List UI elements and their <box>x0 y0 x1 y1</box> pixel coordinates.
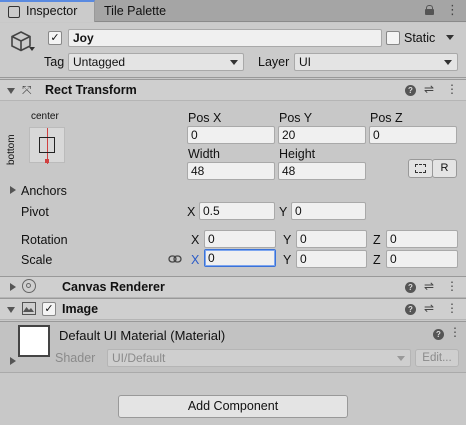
pivot-y-input[interactable]: 0 <box>291 202 366 220</box>
preset-icon[interactable]: ⇌ <box>424 279 434 293</box>
canvas-renderer-title: Canvas Renderer <box>62 280 165 294</box>
static-label: Static <box>404 31 436 45</box>
shader-value: UI/Default <box>112 351 166 365</box>
rotation-x-input[interactable]: 0 <box>204 230 276 248</box>
anchor-presets-button[interactable] <box>29 127 65 164</box>
rotation-z-input[interactable]: 0 <box>386 230 458 248</box>
scale-x-axis-label: X <box>191 253 200 267</box>
shader-dropdown[interactable]: UI/Default <box>107 349 411 367</box>
foldout-collapsed-icon[interactable] <box>10 283 16 291</box>
layer-dropdown[interactable]: UI <box>294 53 458 71</box>
material-preview[interactable] <box>18 325 50 357</box>
foldout-expanded-icon[interactable] <box>7 307 15 313</box>
scale-z-axis-label: Z <box>373 253 381 267</box>
material-menu-icon[interactable]: ⋮ <box>449 325 461 339</box>
width-input[interactable]: 48 <box>187 162 275 180</box>
pos-z-input[interactable]: 0 <box>369 126 457 144</box>
anchors-foldout-icon[interactable] <box>10 186 16 194</box>
lock-icon[interactable] <box>425 5 434 15</box>
chevron-down-icon <box>444 60 452 65</box>
chevron-down-icon <box>230 60 238 65</box>
static-dropdown-arrow[interactable] <box>446 35 454 40</box>
gameobject-name-input[interactable]: Joy <box>68 29 382 47</box>
rotation-label: Rotation <box>21 233 68 247</box>
pos-x-input[interactable]: 0 <box>187 126 275 144</box>
help-icon[interactable]: ? <box>433 329 444 340</box>
tab-inspector-label: Inspector <box>26 4 78 18</box>
tag-label: Tag <box>44 55 65 69</box>
layer-value: UI <box>299 55 311 69</box>
help-icon[interactable]: ? <box>405 282 416 293</box>
rotation-z-axis-label: Z <box>373 233 381 247</box>
anchor-preset-v-label: bottom <box>6 134 17 165</box>
blueprint-mode-button[interactable] <box>408 159 433 178</box>
height-label: Height <box>279 147 316 161</box>
component-menu-icon[interactable]: ⋮ <box>446 82 458 96</box>
foldout-expanded-icon[interactable] <box>7 88 15 94</box>
rect-transform-title: Rect Transform <box>45 83 137 97</box>
tag-value: Untagged <box>73 55 126 69</box>
material-name: Default UI Material (Material) <box>59 328 226 343</box>
pos-y-input[interactable]: 20 <box>278 126 366 144</box>
anchor-preset-h-label: center <box>31 111 59 122</box>
link-icon[interactable] <box>168 253 182 263</box>
image-component-icon <box>22 302 36 315</box>
help-icon[interactable]: ? <box>405 304 416 315</box>
scale-y-axis-label: Y <box>283 253 292 267</box>
component-menu-icon[interactable]: ⋮ <box>446 279 458 293</box>
chevron-down-icon <box>397 356 405 361</box>
pivot-y-axis-label: Y <box>279 205 288 219</box>
rotation-y-input[interactable]: 0 <box>296 230 367 248</box>
add-component-button[interactable]: Add Component <box>118 395 348 418</box>
pivot-label: Pivot <box>21 205 49 219</box>
scale-label: Scale <box>21 253 53 267</box>
shader-edit-button[interactable]: Edit... <box>415 349 459 367</box>
width-label: Width <box>188 147 220 161</box>
anchors-label[interactable]: Anchors <box>21 184 67 198</box>
scale-z-input[interactable]: 0 <box>386 250 458 268</box>
rotation-x-axis-label: X <box>191 233 200 247</box>
scale-x-input[interactable]: 0 <box>204 249 276 267</box>
preset-icon[interactable]: ⇌ <box>424 301 434 315</box>
pos-x-label: Pos X <box>188 111 222 125</box>
rotation-y-axis-label: Y <box>283 233 292 247</box>
component-menu-icon[interactable]: ⋮ <box>446 301 458 315</box>
pos-z-label: Pos Z <box>370 111 403 125</box>
pos-y-label: Pos Y <box>279 111 313 125</box>
info-icon <box>8 6 20 18</box>
static-checkbox[interactable] <box>386 31 400 45</box>
layer-label: Layer <box>258 55 290 69</box>
menu-icon[interactable]: ⋮ <box>446 3 459 17</box>
image-enabled-checkbox[interactable]: ✓ <box>42 302 56 316</box>
material-foldout-icon[interactable] <box>10 357 16 365</box>
tag-dropdown[interactable]: Untagged <box>68 53 244 71</box>
preset-icon[interactable]: ⇌ <box>424 82 434 96</box>
help-icon[interactable]: ? <box>405 85 416 96</box>
tab-inspector[interactable]: Inspector <box>0 0 95 22</box>
active-checkbox[interactable]: ✓ <box>48 31 62 45</box>
pivot-x-input[interactable]: 0.5 <box>199 202 275 220</box>
tab-tile-palette-label: Tile Palette <box>104 4 167 18</box>
image-title: Image <box>62 302 99 316</box>
scale-y-input[interactable]: 0 <box>296 250 367 268</box>
raw-edit-button[interactable]: R <box>432 159 457 178</box>
shader-label: Shader <box>55 351 96 365</box>
tab-tile-palette[interactable]: Tile Palette <box>96 0 206 22</box>
canvas-renderer-icon <box>22 279 36 293</box>
pivot-x-axis-label: X <box>187 205 196 219</box>
rect-transform-icon: ⤧ <box>22 83 32 97</box>
height-input[interactable]: 48 <box>278 162 366 180</box>
icon-dropdown-arrow[interactable] <box>29 47 35 51</box>
